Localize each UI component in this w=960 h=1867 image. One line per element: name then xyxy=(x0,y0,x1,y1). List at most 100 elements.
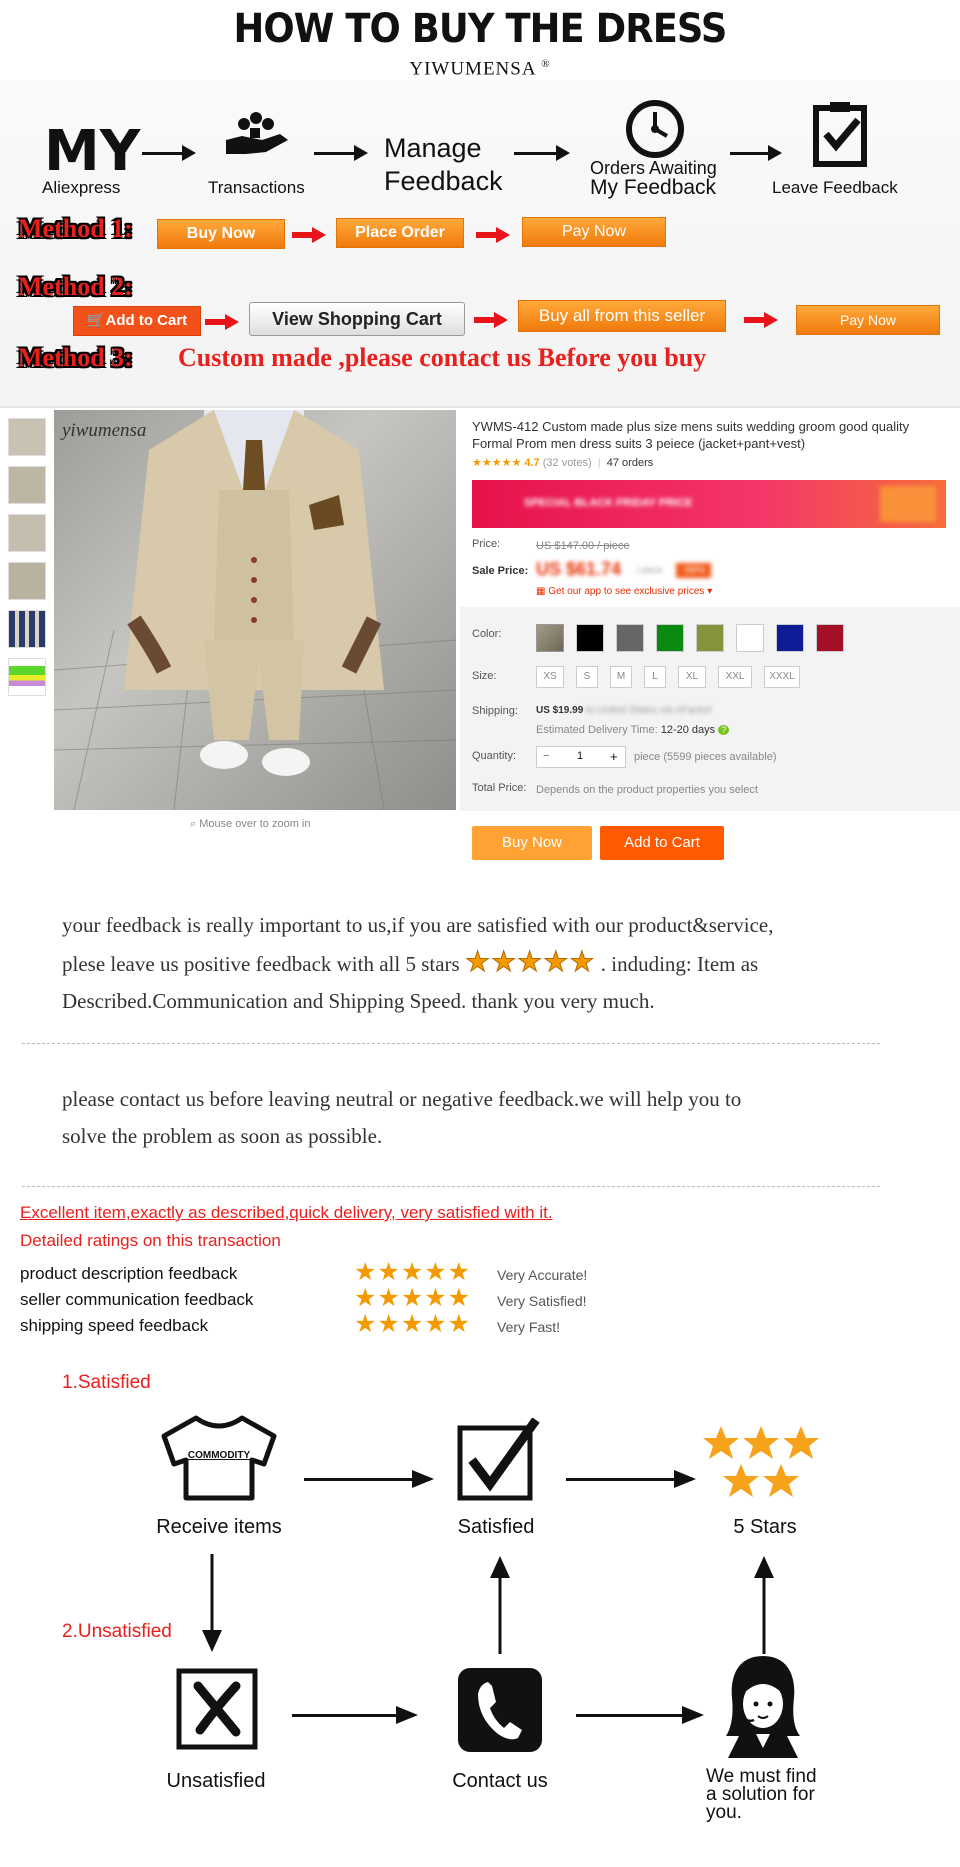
method-1-buy-now-button[interactable]: Buy Now xyxy=(157,219,285,249)
color-swatch[interactable] xyxy=(536,624,564,652)
rating-row: ★★★★★ 4.7 (32 votes) | 47 orders xyxy=(472,457,654,469)
price-value: US $147.00 / piece xyxy=(536,540,630,552)
size-option[interactable]: XXL xyxy=(718,666,752,688)
satisfied-heading: 1.Satisfied xyxy=(62,1372,151,1393)
promo-text: SPECIAL BLACK FRIDAY PRICE xyxy=(524,497,693,509)
promo-timer xyxy=(880,486,936,522)
rating-votes[interactable]: (32 votes) xyxy=(543,457,592,469)
color-swatch[interactable] xyxy=(576,624,604,652)
size-option[interactable]: XXXL xyxy=(764,666,800,688)
five-stars-label: 5 Stars xyxy=(733,1516,797,1538)
custom-made-notice: Custom made ,please contact us Before yo… xyxy=(178,343,707,372)
size-option[interactable]: XS xyxy=(536,666,564,688)
rating-label: seller communication feedback xyxy=(20,1290,254,1309)
arrow-icon xyxy=(514,145,570,161)
photo-watermark: yiwumensa xyxy=(62,420,147,441)
thumbnail-image[interactable] xyxy=(8,514,46,552)
color-swatch[interactable] xyxy=(696,624,724,652)
brand-name: YIWUMENSA ® xyxy=(409,58,551,80)
step-aliexpress: Aliexpress xyxy=(42,178,121,197)
page-title: HOW TO BUY THE DRESS xyxy=(233,6,728,52)
quantity-label: Quantity: xyxy=(472,750,517,762)
promo-banner: SPECIAL BLACK FRIDAY PRICE xyxy=(472,480,946,528)
rating-value: Very Accurate! xyxy=(497,1267,588,1283)
method-1-place-order-button[interactable]: Place Order xyxy=(336,218,464,248)
color-swatch[interactable] xyxy=(816,624,844,652)
method-2-pay-now-button[interactable]: Pay Now xyxy=(796,305,940,335)
receive-items-label: Receive items xyxy=(156,1516,282,1538)
contact-text-line: please contact us before leaving neutral… xyxy=(62,1087,742,1111)
quantity-stepper: − 1 + xyxy=(536,746,626,768)
qr-code-icon: ▦ xyxy=(536,586,549,597)
size-option[interactable]: XL xyxy=(678,666,706,688)
excellent-review-text: Excellent item,exactly as described,quic… xyxy=(20,1203,553,1222)
method-2-add-to-cart-button[interactable]: 🛒Add to Cart xyxy=(73,306,201,336)
thumbnail-image[interactable] xyxy=(8,658,46,696)
x-box-icon xyxy=(176,1668,258,1750)
product-photo[interactable]: yiwumensa xyxy=(54,410,456,810)
rating-label: product description feedback xyxy=(20,1264,238,1283)
size-option[interactable]: M xyxy=(610,666,632,688)
thumbnail-image[interactable] xyxy=(8,562,46,600)
arrow-right-icon xyxy=(566,1470,696,1488)
app-price-link[interactable]: ▦ Get our app to see exclusive prices ▾ xyxy=(536,586,712,597)
dashed-divider xyxy=(22,1043,880,1044)
contact-us-label: Contact us xyxy=(452,1770,548,1792)
satisfied-label: Satisfied xyxy=(457,1516,535,1538)
method-1-label: Method 1: xyxy=(18,214,133,243)
pieces-available: piece (5599 pieces available) xyxy=(634,751,777,763)
color-label: Color: xyxy=(472,628,502,640)
color-swatch[interactable] xyxy=(736,624,764,652)
zoom-hint: ⌕ Mouse over to zoom in xyxy=(190,818,311,830)
quantity-increase-button[interactable]: + xyxy=(610,749,618,764)
rating-value: Very Satisfied! xyxy=(497,1293,587,1309)
step-feedback: Feedback xyxy=(384,166,503,196)
color-swatch[interactable] xyxy=(776,624,804,652)
thumbnail-image[interactable] xyxy=(8,418,46,456)
arrow-right-icon xyxy=(292,1706,418,1724)
help-icon[interactable]: ? xyxy=(718,725,730,735)
rating-value: Very Fast! xyxy=(497,1319,561,1335)
divider xyxy=(0,406,960,408)
arrow-down-icon xyxy=(202,1554,222,1652)
method-1-pay-now-button[interactable]: Pay Now xyxy=(522,217,666,247)
product-title: YWMS-412 Custom made plus size mens suit… xyxy=(472,419,910,451)
rating-label: shipping speed feedback xyxy=(20,1316,209,1335)
arrow-icon xyxy=(142,145,196,161)
quantity-decrease-button[interactable]: − xyxy=(543,750,549,762)
size-options: XS S M L XL XXL XXXL xyxy=(536,666,836,690)
thumbnail-image[interactable] xyxy=(8,466,46,504)
delivery-time: Estimated Delivery Time: 12-20 days ? xyxy=(536,724,730,736)
orders-count: 47 orders xyxy=(606,457,654,469)
method-2-buy-all-button[interactable]: Buy all from this seller xyxy=(518,300,726,332)
feedback-text-line: Described.Communication and Shipping Spe… xyxy=(62,989,655,1013)
arrow-up-icon xyxy=(490,1556,510,1654)
phone-icon xyxy=(458,1668,542,1752)
quantity-input[interactable]: 1 xyxy=(577,750,583,762)
arrow-right-icon xyxy=(576,1706,704,1724)
size-option[interactable]: S xyxy=(576,666,598,688)
color-swatch[interactable] xyxy=(616,624,644,652)
thumbnail-image[interactable] xyxy=(8,610,46,648)
discount-badge: -58% xyxy=(676,563,712,578)
size-option[interactable]: L xyxy=(644,666,666,688)
clock-icon xyxy=(624,98,686,160)
color-swatch[interactable] xyxy=(656,624,684,652)
red-arrow-icon xyxy=(476,227,510,243)
buy-now-button[interactable]: Buy Now xyxy=(472,826,592,860)
dashed-divider xyxy=(22,1186,880,1187)
commodity-label: COMMODITY xyxy=(187,1450,251,1461)
feedback-text-line: plese leave us positive feedback with al… xyxy=(62,947,759,979)
sale-price-value: US $61.74 xyxy=(536,559,622,579)
five-stars-icon: ★★★★★ xyxy=(464,947,596,979)
add-to-cart-button[interactable]: Add to Cart xyxy=(600,826,724,860)
step-my: MY xyxy=(44,119,141,184)
support-agent-icon xyxy=(720,1654,806,1758)
unsatisfied-heading: 2.Unsatisfied xyxy=(62,1621,172,1642)
red-arrow-icon xyxy=(744,312,778,328)
step-manage: Manage xyxy=(384,133,482,163)
arrow-right-icon xyxy=(304,1470,434,1488)
checkbox-icon xyxy=(456,1417,540,1502)
size-label: Size: xyxy=(472,670,497,682)
method-2-view-cart-button[interactable]: View Shopping Cart xyxy=(249,302,465,336)
